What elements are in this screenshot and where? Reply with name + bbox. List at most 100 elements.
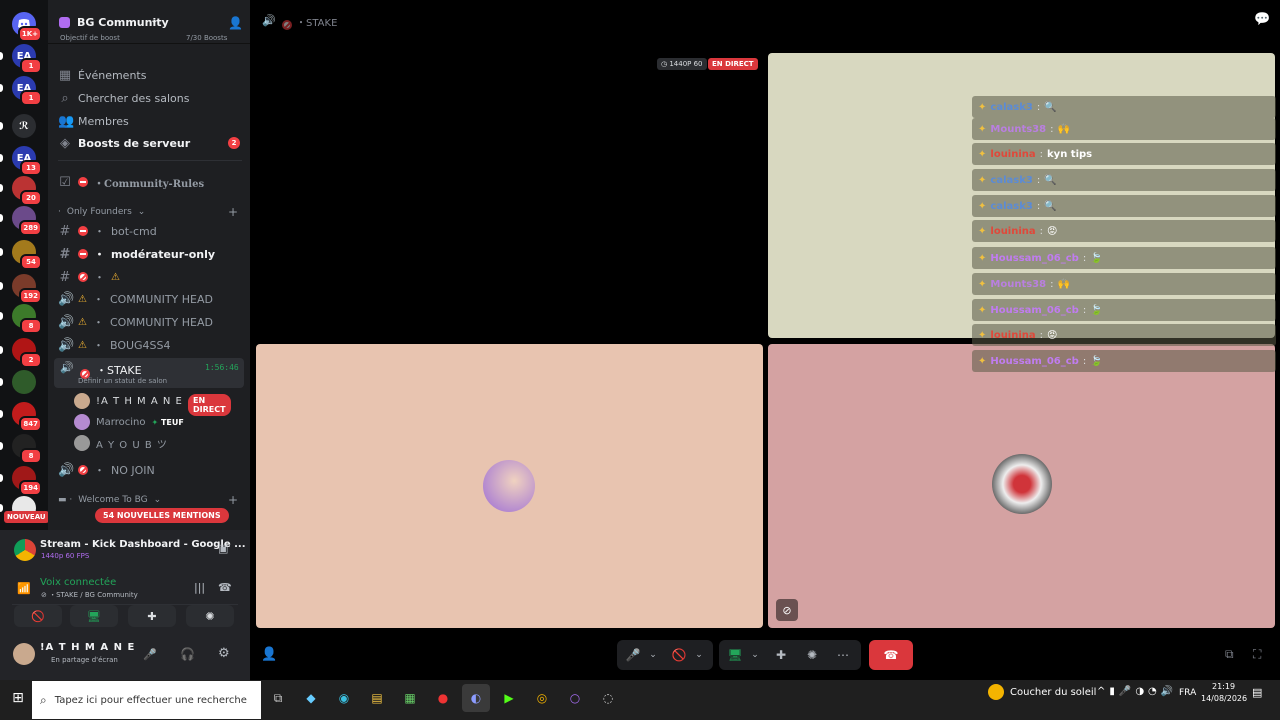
server-icon[interactable]: 192	[12, 274, 42, 304]
stop-stream-icon[interactable]: ▣	[218, 542, 228, 555]
headset-icon[interactable]: 🎧	[180, 647, 195, 661]
server-icon[interactable]: EA 1	[12, 44, 42, 74]
soundboard-button[interactable]: ✺	[186, 605, 234, 627]
server-icon[interactable]: 847	[12, 402, 42, 432]
new-mentions-pill[interactable]: 54 NOUVELLES MENTIONS	[95, 508, 229, 523]
mic-button[interactable]: 🎤	[621, 640, 645, 670]
add-channel-icon[interactable]: +	[228, 493, 238, 507]
forbidden-icon	[78, 465, 88, 475]
chat-username: louinina	[990, 329, 1036, 341]
channel-warning[interactable]: # ・ ⚠	[58, 267, 242, 287]
chat-username: calask3	[990, 200, 1033, 212]
task-view-icon[interactable]: ⧉	[264, 684, 292, 712]
kick-icon[interactable]: ▶	[495, 684, 523, 712]
menu-search-channels[interactable]: ⌕ Chercher des salons	[58, 88, 242, 108]
chat-message: ✦ louinina: 😡	[972, 220, 1276, 242]
clock-date[interactable]: 14/08/2026	[1201, 694, 1247, 703]
fullscreen-icon[interactable]: ⛶	[1253, 647, 1261, 662]
file-explorer-icon[interactable]: ▤	[363, 684, 391, 712]
stake-status[interactable]: Définir un statut de salon	[78, 377, 167, 385]
server-icon[interactable]: 2	[12, 338, 42, 368]
hang-up-button[interactable]: ☎	[869, 640, 913, 670]
share-screen-button[interactable]: 🖥	[70, 605, 118, 627]
chat-username: calask3	[990, 101, 1033, 113]
copilot-icon[interactable]: ◆	[297, 684, 325, 712]
teuf-icon: ✦	[151, 417, 159, 427]
chrome-taskbar-icon[interactable]: ◎	[528, 684, 556, 712]
channel-bot-cmd[interactable]: # ・ bot-cmd	[58, 221, 242, 241]
server-icon[interactable]: EA 13	[12, 146, 42, 176]
user-tile-athmane[interactable]	[256, 344, 763, 628]
voice-user-athmane[interactable]: !A T H M A N E EN DIRECT	[74, 391, 231, 416]
channel-moderateur-only[interactable]: # ・ modérateur-only	[58, 244, 242, 264]
channel-community-rules[interactable]: ☑ ・Community-Rules	[58, 172, 242, 192]
unread-pill	[0, 84, 3, 92]
activities-button[interactable]: ✚	[128, 605, 176, 627]
add-channel-icon[interactable]: +	[228, 205, 238, 219]
server-icon[interactable]: 20	[12, 176, 42, 206]
menu-server-boosts[interactable]: ◈ Boosts de serveur 2	[58, 133, 242, 153]
edge-icon[interactable]: ◉	[330, 684, 358, 712]
menu-events[interactable]: ▦ Événements	[58, 65, 242, 85]
language-indicator[interactable]: FRA	[1179, 688, 1196, 698]
search-icon: ⌕	[40, 692, 47, 707]
tray-icons[interactable]: ^▮🎤◑◔🔊	[1097, 686, 1177, 697]
server-icon[interactable]: EA 1	[12, 76, 42, 106]
chat-text: 🍃	[1090, 355, 1103, 367]
voice-user-ayoub[interactable]: A Y O U B ツ⊘⊘	[74, 433, 279, 453]
store-icon[interactable]: ▦	[396, 684, 424, 712]
user-tile-marrocino[interactable]: ⊘	[768, 344, 1275, 628]
mic-icon[interactable]: 🎤	[143, 648, 157, 661]
unread-pill	[0, 474, 3, 482]
server-icon[interactable]: 8	[12, 434, 42, 464]
obs-icon[interactable]: ◌	[594, 684, 622, 712]
home-discord-icon[interactable]: 1K+	[12, 12, 42, 42]
chevron-down-icon[interactable]: ⌄	[645, 640, 661, 670]
weather-text[interactable]: Coucher du soleil	[1010, 687, 1096, 698]
clock-time[interactable]: 21:19	[1212, 682, 1235, 691]
menu-members[interactable]: 👥 Membres	[58, 111, 242, 131]
notifications-icon[interactable]: ▤	[1252, 686, 1262, 699]
server-icon[interactable]: 8	[12, 304, 42, 334]
obs-purple-icon[interactable]: ○	[561, 684, 589, 712]
chat-bubble-icon[interactable]: 💬	[1254, 12, 1270, 27]
channel-no-join[interactable]: 🔊 ・ NO JOIN	[58, 460, 242, 480]
category-welcome[interactable]: ▬ · Welcome To BG ⌄	[58, 495, 161, 505]
settings-gear-icon[interactable]: ⚙	[218, 646, 230, 661]
activities-button[interactable]: ✚	[769, 640, 793, 670]
channel-stake-active[interactable]: 🔊 ・STAKE 1:56:46 Définir un statut de sa…	[54, 358, 244, 388]
video-off-icon[interactable]: ⊘	[776, 599, 798, 621]
server-icon[interactable]: 289	[12, 206, 42, 236]
windows-start-icon[interactable]: ⊞	[4, 684, 32, 712]
camera-off-button[interactable]: 🚫	[667, 640, 691, 670]
chat-text: 🔍	[1044, 200, 1057, 212]
noise-suppression-icon[interactable]: |||	[194, 581, 205, 594]
category-only-founders[interactable]: · Only Founders ⌄	[58, 207, 145, 217]
guild-header[interactable]: BG Community ⌄ 👤 Objectif de boost 7/30 …	[48, 0, 250, 44]
server-icon[interactable]: 54	[12, 240, 42, 270]
taskbar-search[interactable]: ⌕ Tapez ici pour effectuer une recherche	[32, 681, 261, 719]
camera-off-button[interactable]: 🚫	[14, 605, 62, 627]
server-icon[interactable]: ℛ	[12, 114, 36, 138]
channel-boug4ss4[interactable]: 🔊 ⚠ ・ BOUG4SS4	[58, 335, 242, 355]
channel-community-head-2[interactable]: 🔊 ⚠ ・ COMMUNITY HEAD	[58, 312, 242, 332]
server-icon[interactable]: 194	[12, 466, 42, 496]
popout-icon[interactable]: ⧉	[1225, 647, 1234, 662]
avatar[interactable]	[13, 643, 35, 665]
disconnect-icon[interactable]: ☎	[218, 581, 232, 594]
soundboard-button[interactable]: ✺	[800, 640, 824, 670]
server-icon[interactable]	[12, 370, 36, 394]
unread-pill	[0, 248, 3, 256]
screen-share-button[interactable]: 🖥	[723, 640, 747, 670]
menu-boosts-label: Boosts de serveur	[78, 136, 191, 150]
invite-icon[interactable]: 👤	[261, 647, 277, 662]
chevron-down-icon[interactable]: ⌄	[691, 640, 707, 670]
chevron-down-icon[interactable]: ⌄	[747, 640, 763, 670]
more-options-icon[interactable]: ⋯	[831, 640, 855, 670]
chat-username: Mounts38	[990, 123, 1047, 135]
voice-user-marrocino[interactable]: Marrocino ✦ TEUF	[74, 412, 184, 432]
discord-taskbar-icon[interactable]: ◐	[462, 684, 490, 712]
add-user-icon[interactable]: 👤	[228, 16, 243, 30]
channel-community-head-1[interactable]: 🔊 ⚠ ・ COMMUNITY HEAD	[58, 289, 242, 309]
riot-icon[interactable]: ●	[429, 684, 457, 712]
